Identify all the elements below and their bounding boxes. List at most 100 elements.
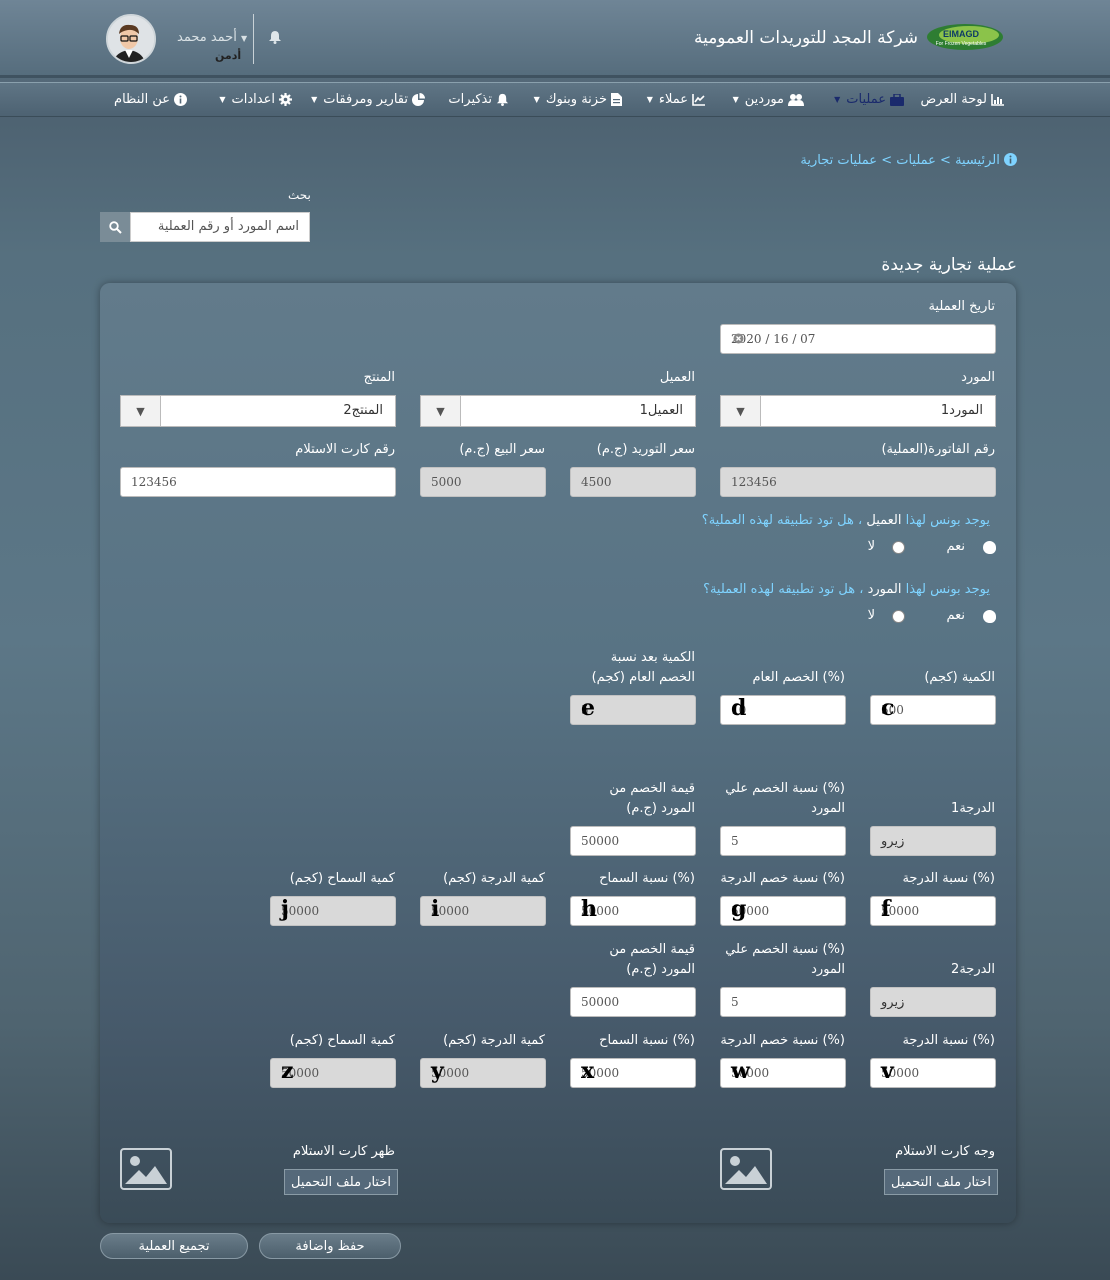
client-bonus-no-radio[interactable] — [892, 541, 905, 554]
chevron-down-icon: ▼ — [834, 95, 841, 104]
pie-chart-icon — [412, 93, 425, 106]
no-label: لا — [867, 539, 875, 554]
tolerance-pct-input[interactable]: x 50000 — [570, 1058, 696, 1088]
supplier-discount-pct-value: 5 — [731, 995, 739, 1009]
bonus-text: ، هل تود تطبيقه لهذه العملية؟ — [701, 513, 863, 528]
marker-letter: v — [881, 1058, 894, 1084]
search-button[interactable] — [100, 212, 130, 242]
user-role: أدمن — [215, 49, 242, 62]
client-value: العميل1 — [639, 403, 683, 418]
tolerance-qty-input: z 50000 — [270, 1058, 396, 1088]
briefcase-icon — [890, 93, 904, 106]
logo-subtext: For Frozen Vegetables — [936, 41, 987, 47]
save-add-button[interactable]: حفظ واضافة — [259, 1233, 401, 1259]
nav-item-suppliers[interactable]: موردين ▼ — [733, 92, 804, 107]
grade-input: زيرو — [870, 987, 996, 1017]
bonus-who: المورد — [867, 582, 902, 597]
bell-icon[interactable] — [268, 30, 282, 48]
nav-item-treasury[interactable]: خزنة وبنوك ▼ — [534, 92, 622, 107]
chevron-down-icon: ▼ — [240, 34, 248, 43]
tolerance-pct-input[interactable]: h 50000 — [570, 896, 696, 926]
qty-after-discount-label: الكمية بعد نسبة الخصم العام (كجم) — [591, 650, 695, 685]
marker-letter: f — [881, 896, 891, 922]
grade-discount-pct-input[interactable]: g 50000 — [720, 896, 846, 926]
card-back-upload-button[interactable]: اختار ملف التحميل — [284, 1169, 398, 1195]
grade-pct-input[interactable]: v 50000 — [870, 1058, 996, 1088]
general-discount-input[interactable]: d 10 — [720, 695, 846, 725]
sale-price-value: 5000 — [431, 475, 462, 489]
supplier-select[interactable]: المورد1 ▼ — [720, 395, 996, 427]
client-select[interactable]: العميل1 ▼ — [420, 395, 696, 427]
marker-letter: x — [581, 1058, 595, 1084]
nav-item-operations[interactable]: عمليات ▼ — [834, 92, 904, 107]
grade-pct-input[interactable]: f 50000 — [870, 896, 996, 926]
card-front-label: وجه كارت الاستلام — [895, 1144, 995, 1159]
card-front-upload-button[interactable]: اختار ملف التحميل — [884, 1169, 998, 1195]
logo-text: ElMAGD — [943, 29, 980, 39]
marker-letter: d — [731, 695, 747, 721]
marker-letter: g — [731, 896, 747, 922]
qty-input[interactable]: c 500 — [870, 695, 996, 725]
gear-icon — [279, 93, 292, 106]
company-name: شركة المجد للتوريدات العمومية — [693, 28, 918, 48]
nav-label: عمليات — [846, 92, 886, 107]
supplier-discount-pct-value: 5 — [731, 834, 739, 848]
invoice-label: رقم الفاتورة(العملية) — [881, 442, 995, 457]
no-label: لا — [867, 608, 875, 623]
supplier-discount-value: 50000 — [581, 834, 620, 848]
avatar[interactable] — [106, 14, 156, 64]
nav-label: عن النظام — [114, 92, 170, 107]
chevron-down-icon: ▼ — [311, 95, 318, 104]
search-input[interactable]: اسم المورد أو رقم العملية — [130, 212, 310, 242]
info-icon — [1004, 153, 1017, 166]
nav-item-dashboard[interactable]: لوحة العرض — [920, 92, 1005, 107]
nav-label: لوحة العرض — [920, 92, 987, 107]
supplier-bonus-no-radio[interactable] — [892, 610, 905, 623]
receipt-card-input[interactable]: 123456 — [120, 467, 396, 497]
sale-price-label: سعر البيع (ج.م) — [459, 442, 545, 457]
supplier-discount-value-input[interactable]: 50000 — [570, 826, 696, 856]
product-select[interactable]: المنتج2 ▼ — [120, 395, 396, 427]
nav-label: تقارير ومرفقات — [323, 92, 408, 107]
grade-label: الدرجة2 — [951, 962, 995, 977]
clear-icon[interactable] — [733, 333, 744, 347]
nav-item-settings[interactable]: اعدادات ▼ — [219, 92, 292, 107]
general-discount-label: (%) الخصم العام — [752, 670, 845, 685]
grade-qty-label: كمية الدرجة (كجم) — [443, 1033, 545, 1048]
bonus-text: يوجد بونس لهذا — [905, 513, 990, 528]
supplier-label: المورد — [961, 370, 995, 385]
supplier-discount-value-input[interactable]: 50000 — [570, 987, 696, 1017]
date-label: تاريخ العملية — [928, 299, 995, 314]
nav-item-reports[interactable]: تقارير ومرفقات ▼ — [311, 92, 425, 107]
nav-item-about[interactable]: عن النظام — [114, 92, 187, 107]
grade-discount-pct-input[interactable]: w 50000 — [720, 1058, 846, 1088]
invoice-value: 123456 — [731, 475, 777, 489]
nav-label: اعدادات — [231, 92, 275, 107]
grade-input: زيرو — [870, 826, 996, 856]
client-bonus-yes-radio[interactable] — [983, 541, 996, 554]
receipt-card-value: 123456 — [131, 475, 177, 489]
supplier-discount-pct-label: (%) نسبة الخصم علي المورد — [725, 781, 845, 816]
breadcrumb[interactable]: الرئيسية > عمليات > عمليات تجارية — [800, 153, 1017, 168]
consolidate-button[interactable]: تجميع العملية — [100, 1233, 248, 1259]
date-input[interactable]: 07 / 16 / 2020 — [720, 324, 996, 354]
users-icon — [788, 93, 804, 106]
marker-letter: y — [431, 1058, 444, 1084]
supplier-discount-value: 50000 — [581, 995, 620, 1009]
supplier-discount-pct-input[interactable]: 5 — [720, 826, 846, 856]
product-value: المنتج2 — [343, 403, 383, 418]
search-label: بحث — [288, 188, 311, 202]
chevron-down-icon: ▼ — [721, 396, 761, 426]
supplier-bonus-yes-radio[interactable] — [983, 610, 996, 623]
company-logo[interactable]: ElMAGD For Frozen Vegetables — [925, 22, 1005, 52]
supplier-discount-pct-input[interactable]: 5 — [720, 987, 846, 1017]
receipt-card-label: رقم كارت الاستلام — [295, 442, 395, 457]
bonus-who: العميل — [866, 513, 902, 528]
nav-item-reminders[interactable]: تذكيرات — [448, 92, 509, 107]
card-back-label: ظهر كارت الاستلام — [292, 1144, 395, 1159]
tolerance-pct-label: (%) نسبة السماح — [599, 1033, 695, 1048]
user-menu[interactable]: ▼ أحمد محمد — [177, 30, 247, 45]
marker-letter: z — [281, 1058, 294, 1084]
chevron-down-icon: ▼ — [219, 95, 226, 104]
nav-item-clients[interactable]: عملاء ▼ — [647, 92, 706, 107]
